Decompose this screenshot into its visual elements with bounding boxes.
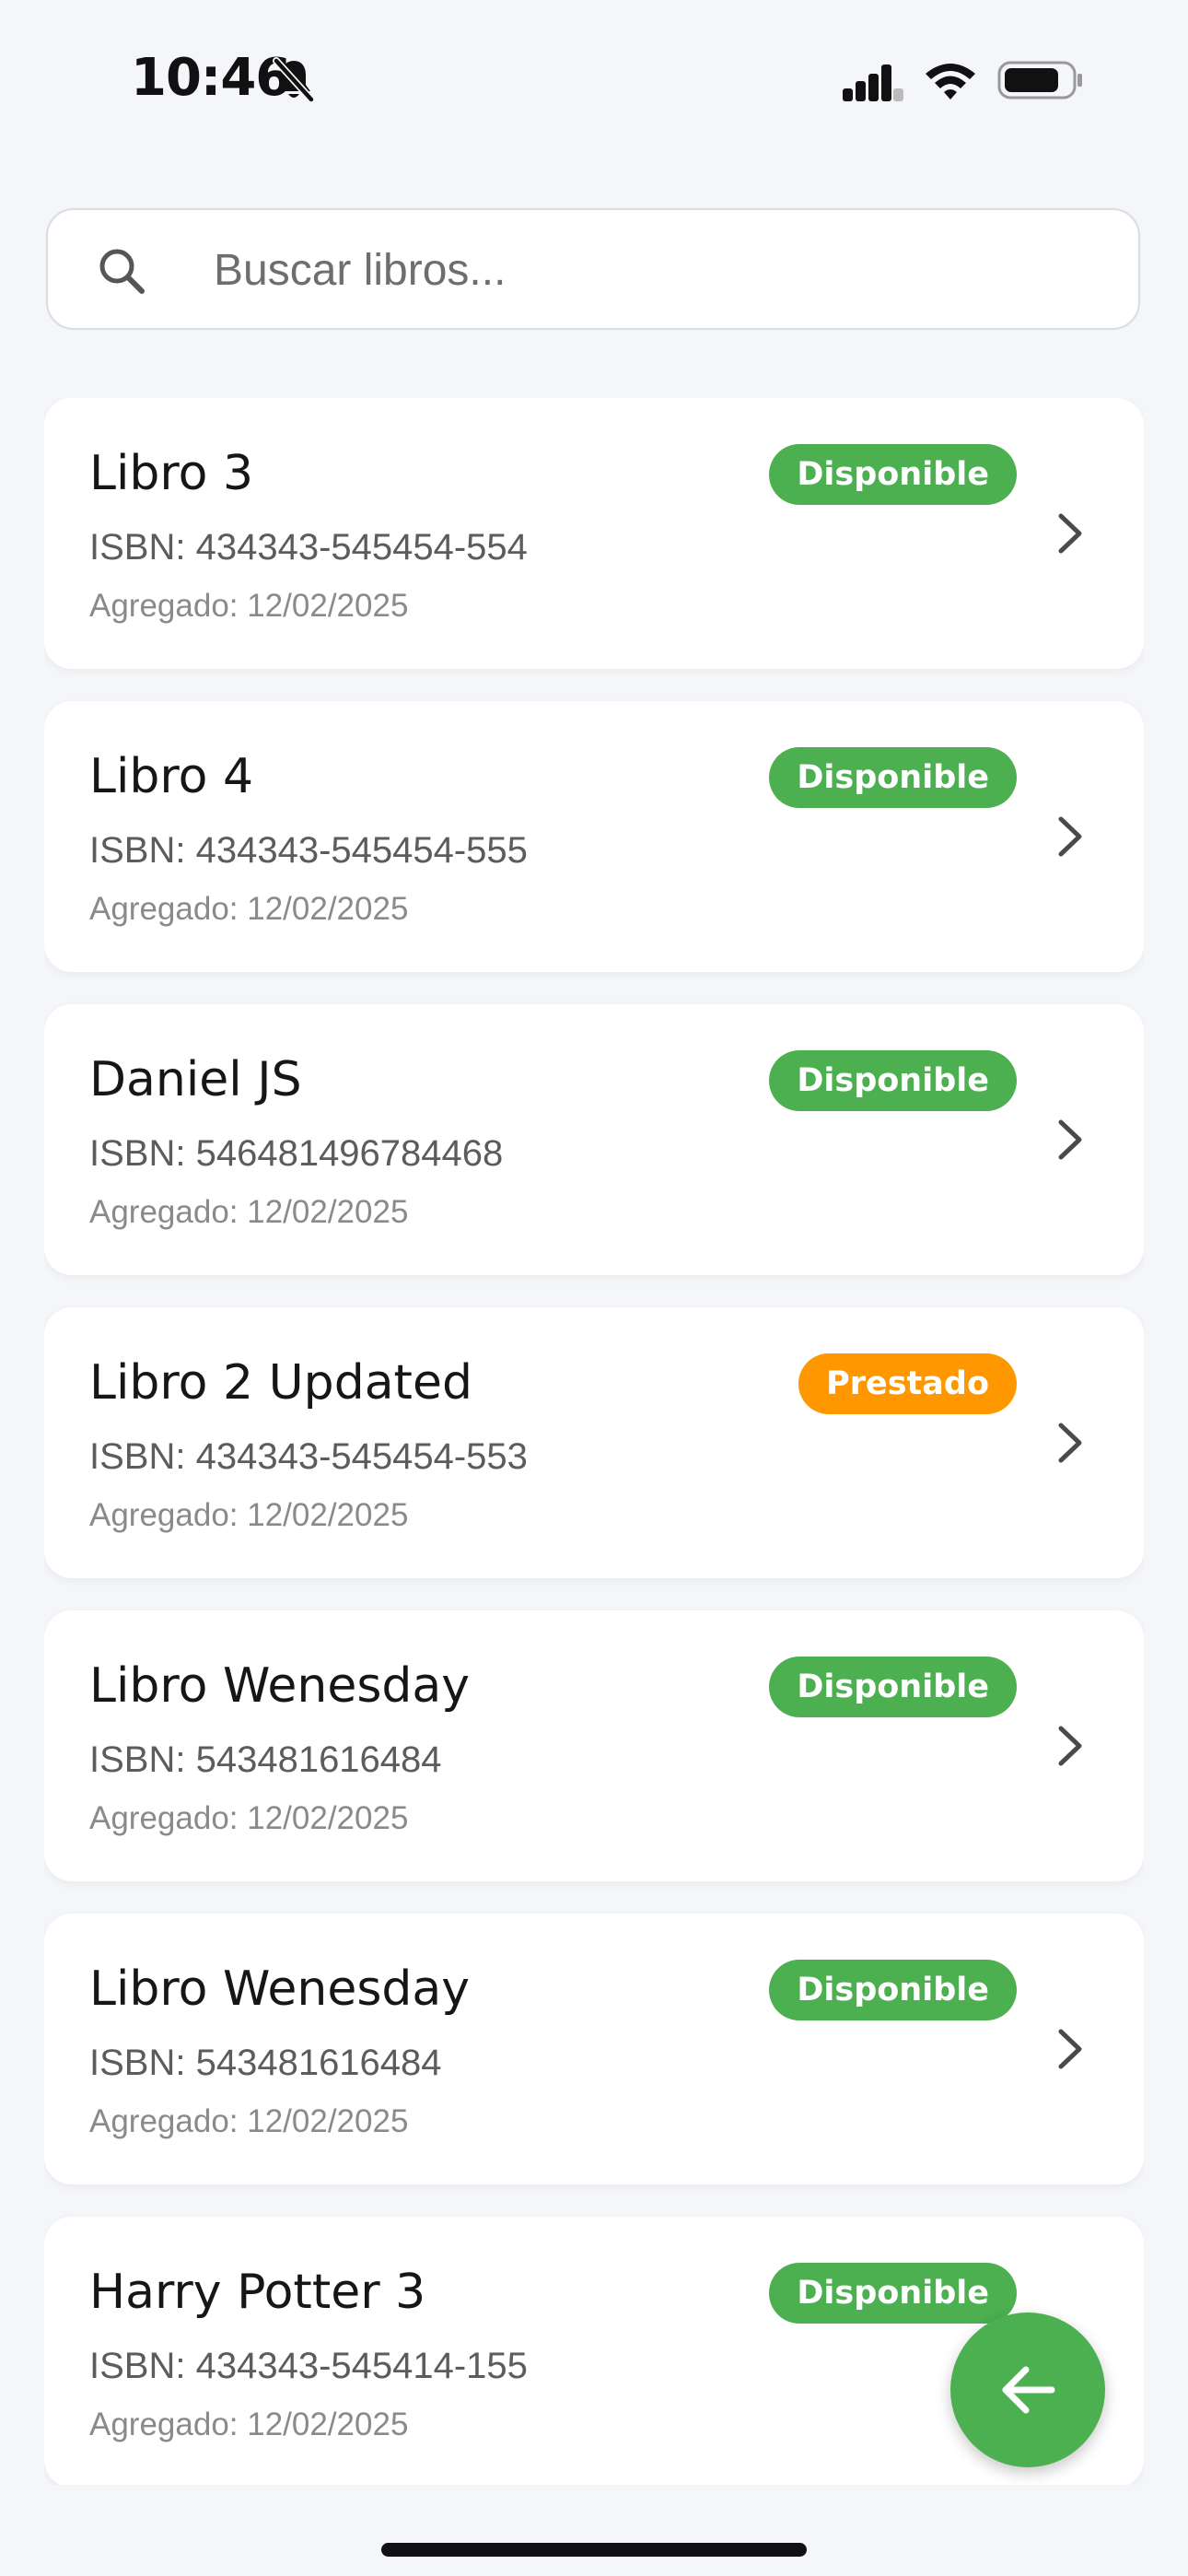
book-card[interactable]: Libro Wenesday Disponible ISBN: 54348161… [44,1914,1144,2184]
chevron-right-icon [1058,2029,1082,2069]
status-badge: Disponible [769,444,1017,505]
chevron-right-icon [1058,1423,1082,1463]
chevron-right-icon [1058,513,1082,554]
book-card[interactable]: Libro 4 Disponible ISBN: 434343-545454-5… [44,701,1144,972]
status-badge: Disponible [769,747,1017,808]
book-added-date: Agregado: 12/02/2025 [89,1194,409,1230]
book-title: Libro Wenesday [89,1961,471,2017]
book-card[interactable]: Libro 2 Updated Prestado ISBN: 434343-54… [44,1307,1144,1578]
signal-icon [843,64,903,101]
book-isbn: ISBN: 546481496784468 [89,1133,504,1174]
home-indicator[interactable] [381,2543,807,2557]
book-card[interactable]: Libro Wenesday Disponible ISBN: 54348161… [44,1610,1144,1881]
book-isbn: ISBN: 434343-545414-155 [89,2346,528,2386]
bell-off-icon [273,57,315,103]
chevron-right-icon [1058,1119,1082,1160]
search-input[interactable] [214,228,1098,311]
search-bar [46,208,1140,330]
book-card[interactable]: Daniel JS Disponible ISBN: 5464814967844… [44,1004,1144,1275]
battery-icon [997,61,1082,100]
back-fab-button[interactable] [950,2313,1105,2467]
book-title: Libro 2 Updated [89,1355,472,1411]
status-badge: Disponible [769,1960,1017,2020]
book-isbn: ISBN: 434343-545454-553 [89,1436,528,1477]
book-title: Libro 4 [89,749,254,804]
book-added-date: Agregado: 12/02/2025 [89,2103,409,2139]
status-badge: Disponible [769,1657,1017,1717]
book-isbn: ISBN: 434343-545454-555 [89,830,528,871]
book-added-date: Agregado: 12/02/2025 [89,1800,409,1836]
status-badge: Disponible [769,1050,1017,1111]
book-title: Libro Wenesday [89,1658,471,1714]
book-title: Harry Potter 3 [89,2265,426,2320]
wifi-icon [926,64,975,100]
search-icon [99,249,145,294]
book-added-date: Agregado: 12/02/2025 [89,891,409,927]
book-list: Libro 3 Disponible ISBN: 434343-545454-5… [44,398,1144,2485]
status-time: 10:46 [131,48,291,108]
chevron-right-icon [1058,816,1082,857]
book-title: Libro 3 [89,446,254,501]
arrow-left-icon [1002,2366,1055,2414]
book-isbn: ISBN: 434343-545454-554 [89,527,528,568]
chevron-right-icon [1058,1726,1082,1766]
book-card[interactable]: Libro 3 Disponible ISBN: 434343-545454-5… [44,398,1144,669]
status-bar: 10:46 [0,0,1188,157]
book-added-date: Agregado: 12/02/2025 [89,1497,409,1533]
status-badge: Prestado [798,1353,1017,1414]
book-title: Daniel JS [89,1052,302,1107]
book-isbn: ISBN: 543481616484 [89,1739,442,1780]
book-added-date: Agregado: 12/02/2025 [89,588,409,624]
book-isbn: ISBN: 543481616484 [89,2043,442,2083]
book-added-date: Agregado: 12/02/2025 [89,2406,409,2442]
status-badge: Disponible [769,2263,1017,2324]
